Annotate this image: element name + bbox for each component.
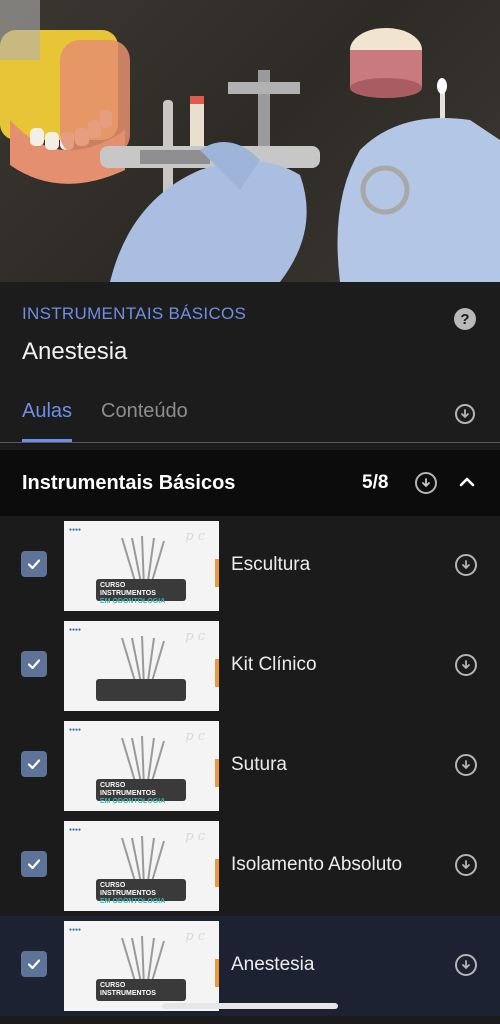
download-icon[interactable] [455, 854, 477, 876]
download-icon[interactable] [455, 954, 477, 976]
lesson-row-current[interactable]: ●●●● CURSO INSTRUMENTOS p c Anestesia [0, 916, 500, 1016]
brand-logo: ●●●● [69, 827, 82, 833]
accent-stripe [215, 859, 219, 887]
tab-conteudo[interactable]: Conteúdo [101, 400, 188, 423]
checkmark-icon[interactable] [21, 551, 47, 577]
course-info-panel: INSTRUMENTAIS BÁSICOS ? Anestesia Aulas … [0, 282, 500, 443]
course-category: INSTRUMENTAIS BÁSICOS [22, 304, 247, 323]
brand-logo: ●●●● [69, 927, 82, 933]
thumbnail-banner [96, 679, 186, 701]
thumbnail-banner: CURSO INSTRUMENTOS EM ODONTOLOGIA [96, 779, 186, 805]
module-header[interactable]: Instrumentais Básicos 5/8 [0, 450, 500, 516]
lesson-thumbnail[interactable]: ●●●● CURSO INSTRUMENTOS p c [64, 921, 219, 1011]
checkmark-icon[interactable] [21, 851, 47, 877]
checkmark-icon[interactable] [21, 951, 47, 977]
lesson-title: Isolamento Absoluto [231, 854, 403, 875]
checkmark-icon[interactable] [21, 651, 47, 677]
signature-mark: p c [185, 829, 205, 844]
download-icon[interactable] [455, 654, 477, 676]
lesson-thumbnail[interactable]: ●●●● p c [64, 621, 219, 711]
lesson-row[interactable]: ●●●● CURSO INSTRUMENTOS EM ODONTOLOGIA p … [0, 816, 500, 916]
accent-stripe [215, 659, 219, 687]
lesson-thumbnail[interactable]: ●●●● CURSO INSTRUMENTOS EM ODONTOLOGIA p … [64, 821, 219, 911]
accent-stripe [215, 959, 219, 987]
brand-logo: ●●●● [69, 727, 82, 733]
lesson-row[interactable]: ●●●● p c Kit Clínico [0, 616, 500, 716]
download-all-icon[interactable] [455, 404, 475, 424]
signature-mark: p c [185, 929, 205, 944]
module-progress: 5/8 [362, 472, 389, 493]
signature-mark: p c [185, 729, 205, 744]
lesson-title: Kit Clínico [231, 654, 317, 675]
module-title: Instrumentais Básicos [22, 472, 236, 494]
thumbnail-banner: CURSO INSTRUMENTOS EM ODONTOLOGIA [96, 879, 186, 905]
accent-stripe [215, 759, 219, 787]
lesson-title: Anestesia [231, 954, 315, 975]
accent-stripe [215, 559, 219, 587]
video-player[interactable] [0, 0, 500, 282]
download-icon[interactable] [455, 754, 477, 776]
thumbnail-banner: CURSO INSTRUMENTOS EM ODONTOLOGIA [96, 579, 186, 605]
checkmark-icon[interactable] [21, 751, 47, 777]
lesson-title: Sutura [231, 754, 287, 775]
thumbnail-banner: CURSO INSTRUMENTOS [96, 979, 186, 1001]
tab-bar: Aulas Conteúdo [0, 392, 500, 443]
download-module-icon[interactable] [415, 472, 437, 494]
brand-logo: ●●●● [69, 527, 82, 533]
signature-mark: p c [185, 629, 205, 644]
chevron-up-icon[interactable] [458, 473, 476, 491]
lesson-thumbnail[interactable]: ●●●● CURSO INSTRUMENTOS EM ODONTOLOGIA p … [64, 521, 219, 611]
course-title: Anestesia [22, 338, 128, 365]
brand-logo: ●●●● [69, 627, 82, 633]
tab-aulas[interactable]: Aulas [22, 400, 73, 442]
lesson-title: Escultura [231, 554, 311, 575]
home-indicator[interactable] [162, 1003, 338, 1009]
signature-mark: p c [185, 529, 205, 544]
video-frame-image [0, 0, 500, 282]
question-circle-icon[interactable]: ? [454, 308, 476, 330]
lesson-row[interactable]: ●●●● CURSO INSTRUMENTOS EM ODONTOLOGIA p … [0, 516, 500, 616]
download-icon[interactable] [455, 554, 477, 576]
lesson-thumbnail[interactable]: ●●●● CURSO INSTRUMENTOS EM ODONTOLOGIA p … [64, 721, 219, 811]
lesson-row[interactable]: ●●●● CURSO INSTRUMENTOS EM ODONTOLOGIA p … [0, 716, 500, 816]
